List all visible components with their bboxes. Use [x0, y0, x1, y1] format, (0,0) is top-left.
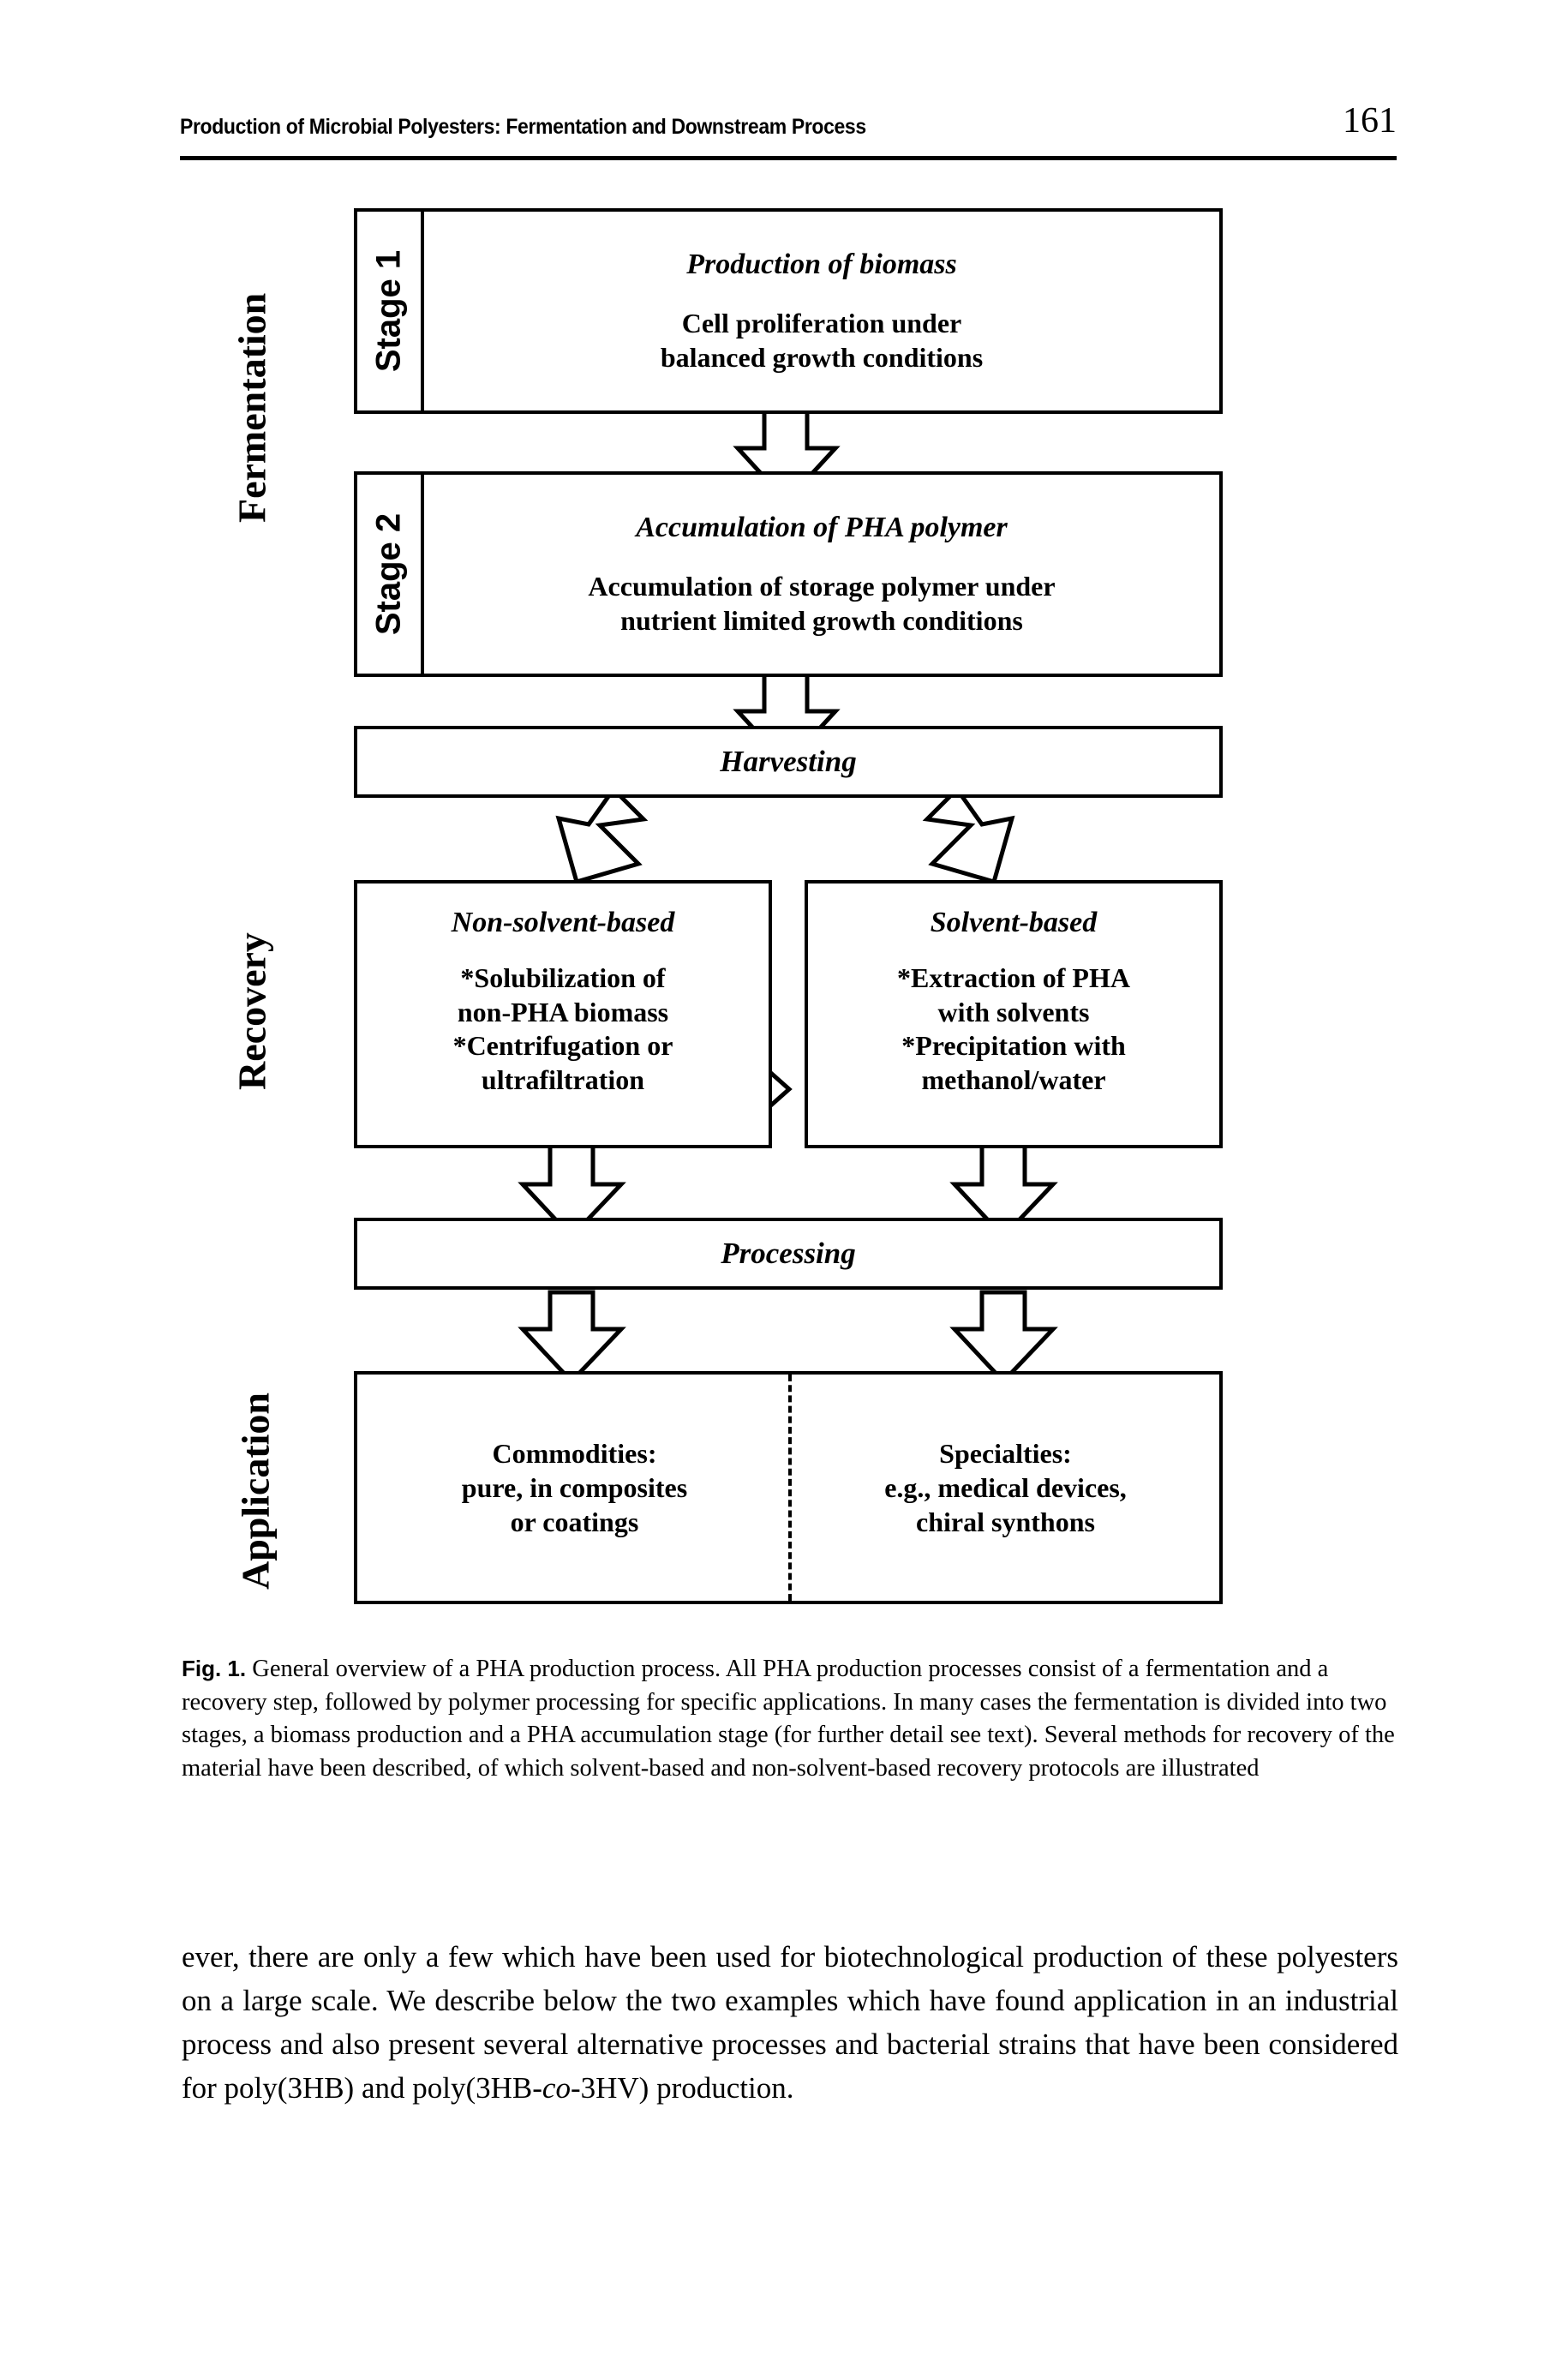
stage-1-box: Stage 1 Production of biomass Cell proli…	[354, 208, 1223, 414]
figure-pha-production-process: Fermentation Recovery Application Stage …	[0, 0, 1568, 1628]
arrow-harvesting-to-non-solvent	[555, 786, 649, 885]
figure-caption-text: General overview of a PHA production pro…	[182, 1656, 1395, 1782]
non-solvent-based-details: *Solubilization of non-PHA biomass *Cent…	[453, 961, 673, 1098]
commodities-line-2: pure, in composites	[461, 1471, 688, 1503]
processing-body: Processing	[357, 1221, 1219, 1286]
stage-1-title: Production of biomass	[686, 248, 957, 280]
stage-1-detail-line-1: Cell proliferation under	[681, 307, 962, 338]
stage-2-detail-line-1: Accumulation of storage polymer under	[588, 570, 1056, 602]
stage-2-box: Stage 2 Accumulation of PHA polymer Accu…	[354, 471, 1223, 677]
non-solvent-line-4: ultrafiltration	[481, 1064, 645, 1096]
non-solvent-based-body: Non-solvent-based *Solubilization of non…	[357, 884, 769, 1145]
non-solvent-based-box: Non-solvent-based *Solubilization of non…	[354, 880, 772, 1148]
solvent-based-body: Solvent-based *Extraction of PHA with so…	[808, 884, 1219, 1145]
non-solvent-line-3: *Centrifugation or	[452, 1030, 673, 1062]
stage-2-tab: Stage 2	[357, 475, 424, 674]
harvesting-title: Harvesting	[720, 745, 857, 778]
specialties-line-2: e.g., medical devices,	[884, 1471, 1127, 1503]
stage-1-tab-label: Stage 1	[369, 249, 408, 373]
stage-2-body: Accumulation of PHA polymer Accumulation…	[424, 475, 1219, 674]
body-paragraph-italic-co: co	[542, 2071, 571, 2105]
stage-2-detail-line-2: nutrient limited growth conditions	[620, 604, 1023, 636]
commodities-line-3: or coatings	[510, 1506, 639, 1538]
commodities-line-1: Commodities:	[492, 1437, 657, 1469]
processing-box: Processing	[354, 1218, 1223, 1290]
figure-caption-label: Fig. 1.	[182, 1656, 247, 1681]
application-box: Commodities: pure, in composites or coat…	[354, 1371, 1223, 1604]
non-solvent-line-1: *Solubilization of	[460, 962, 666, 994]
application-specialties: Specialties: e.g., medical devices, chir…	[792, 1375, 1219, 1601]
solvent-line-1: *Extraction of PHA	[897, 962, 1130, 994]
arrow-processing-to-specialties	[949, 1290, 1058, 1385]
stage-2-detail: Accumulation of storage polymer under nu…	[588, 570, 1055, 638]
side-label-application: Application	[233, 1392, 278, 1590]
solvent-based-box: Solvent-based *Extraction of PHA with so…	[805, 880, 1223, 1148]
arrow-harvesting-to-solvent	[922, 786, 1015, 885]
side-label-recovery: Recovery	[230, 932, 274, 1090]
stage-1-tab: Stage 1	[357, 212, 424, 410]
stage-1-detail-line-2: balanced growth conditions	[660, 341, 984, 373]
arrow-processing-to-commodities	[518, 1290, 626, 1385]
specialties-line-1: Specialties:	[939, 1437, 1072, 1469]
stage-2-tab-label: Stage 2	[369, 512, 408, 636]
solvent-line-4: methanol/water	[921, 1064, 1106, 1096]
application-commodities: Commodities: pure, in composites or coat…	[357, 1375, 792, 1601]
non-solvent-line-2: non-PHA biomass	[457, 996, 669, 1027]
harvesting-box: Harvesting	[354, 726, 1223, 798]
solvent-line-3: *Precipitation with	[901, 1030, 1126, 1062]
harvesting-body: Harvesting	[357, 729, 1219, 794]
solvent-line-2: with solvents	[937, 996, 1090, 1027]
figure-caption: Fig. 1. General overview of a PHA produc…	[182, 1652, 1397, 1785]
stage-2-title: Accumulation of PHA polymer	[636, 511, 1008, 543]
specialties-line-3: chiral synthons	[916, 1506, 1095, 1538]
application-commodities-text: Commodities: pure, in composites or coat…	[462, 1436, 687, 1540]
stage-1-detail: Cell proliferation under balanced growth…	[661, 307, 983, 374]
non-solvent-based-title: Non-solvent-based	[451, 907, 675, 938]
application-specialties-text: Specialties: e.g., medical devices, chir…	[884, 1436, 1127, 1540]
solvent-based-details: *Extraction of PHA with solvents *Precip…	[897, 961, 1130, 1098]
body-paragraph: ever, there are only a few which have be…	[182, 1935, 1398, 2110]
body-paragraph-part-2: -3HV) production.	[570, 2071, 794, 2105]
processing-title: Processing	[721, 1237, 856, 1270]
stage-1-body: Production of biomass Cell proliferation…	[424, 212, 1219, 410]
solvent-based-title: Solvent-based	[930, 907, 1098, 938]
side-label-fermentation: Fermentation	[230, 292, 274, 523]
